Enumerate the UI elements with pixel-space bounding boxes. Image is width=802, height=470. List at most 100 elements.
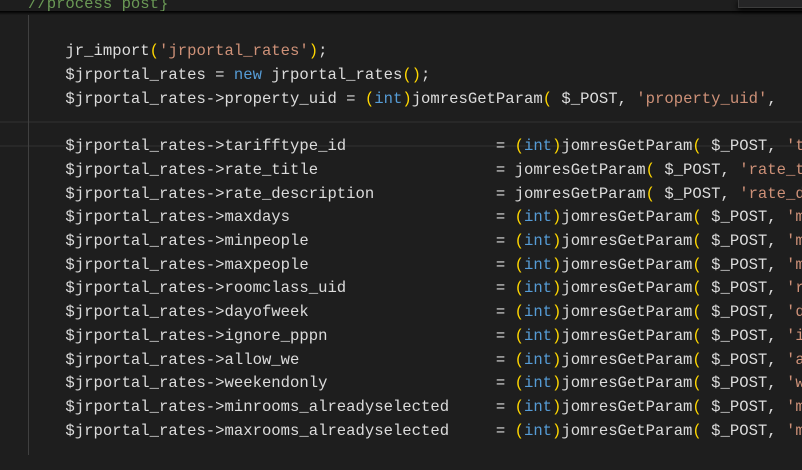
code-token-br: () — [402, 66, 422, 85]
code-token-str: 'd — [786, 303, 802, 322]
code-token-str: 'm — [786, 421, 802, 440]
code-token-br: ( — [692, 397, 702, 416]
code-line[interactable]: jr_import('jrportal_rates'); — [28, 39, 327, 63]
code-token-txt: $jrportal_rates->minrooms_alreadyselecte… — [28, 397, 515, 416]
code-token-str: 'rate_d — [739, 184, 802, 203]
code-token-txt: $jrportal_rates->dayofweek = — [28, 303, 515, 322]
code-line[interactable]: $jrportal_rates->ignore_pppn = (int)jomr… — [28, 324, 802, 348]
code-token-kw: int — [523, 421, 553, 440]
code-line[interactable]: $jrportal_rates = new jrportal_rates(); — [28, 63, 430, 87]
code-line[interactable]: $jrportal_rates->property_uid = (int)jom… — [28, 87, 786, 111]
code-token-txt: $jrportal_rates->tarifftype_id = — [28, 137, 515, 156]
code-token-br: ( — [514, 397, 524, 416]
code-token-br: ( — [692, 350, 702, 369]
code-token-br: ( — [514, 374, 524, 393]
code-token-str: 'a — [786, 350, 802, 369]
code-token-txt: $jrportal_rates->maxpeople = — [28, 255, 515, 274]
find-widget[interactable] — [738, 0, 802, 8]
code-token-br: ) — [552, 208, 562, 227]
code-token-txt: $jrportal_rates->rate_title = jomresGetP… — [28, 160, 646, 179]
code-token-txt: jomresGetParam — [561, 350, 693, 369]
code-token-br: ( — [692, 303, 702, 322]
code-token-str: 'r — [786, 279, 802, 298]
code-line[interactable]: $jrportal_rates->minpeople = (int)jomres… — [28, 229, 802, 253]
code-line[interactable]: $jrportal_rates->roomclass_uid = (int)jo… — [28, 276, 802, 300]
code-token-br: ( — [692, 326, 702, 345]
code-line[interactable]: $jrportal_rates->maxpeople = (int)jomres… — [28, 253, 802, 277]
code-token-str: 'm — [786, 232, 802, 250]
code-token-kw: int — [523, 208, 553, 227]
code-editor[interactable]: //process post} jr_import('jrportal_rate… — [0, 0, 802, 470]
code-token-br: ( — [692, 137, 702, 156]
code-token-br: ( — [514, 255, 524, 274]
code-token-kw: int — [523, 137, 553, 156]
code-token-txt: ; — [318, 42, 328, 61]
code-token-br: ( — [692, 374, 702, 393]
code-token-br: ) — [552, 421, 562, 440]
code-token-br: ( — [514, 326, 524, 345]
code-token-br: ( — [149, 42, 160, 61]
code-token-txt: $jrportal_rates->weekendonly = — [28, 374, 515, 393]
code-token-br: ( — [692, 208, 702, 227]
code-token-kw: int — [374, 89, 403, 108]
code-token-txt: $jrportal_rates->minpeople = — [28, 232, 515, 250]
code-token-txt: $_POST, — [701, 374, 787, 393]
code-line[interactable]: $jrportal_rates->tarifftype_id = (int)jo… — [28, 134, 802, 158]
code-line[interactable]: $jrportal_rates->minrooms_alreadyselecte… — [28, 395, 802, 419]
code-token-txt: jomresGetParam — [561, 374, 693, 393]
code-token-txt: $_POST, — [654, 160, 740, 179]
code-token-txt: jomresGetParam — [561, 421, 693, 440]
code-token-str: 'rate_t — [739, 160, 802, 179]
code-token-txt: $_POST, — [552, 89, 637, 108]
code-token-br: ( — [542, 89, 553, 108]
code-token-kw: int — [523, 279, 553, 298]
code-token-br: ( — [514, 303, 524, 322]
code-token-txt: $jrportal_rates->maxdays = — [28, 208, 515, 227]
code-token-txt: jomresGetParam — [411, 89, 543, 108]
code-line[interactable]: $jrportal_rates->weekendonly = (int)jomr… — [28, 371, 802, 395]
code-line[interactable]: $jrportal_rates->maxdays = (int)jomresGe… — [28, 205, 802, 229]
code-line[interactable]: $jrportal_rates->dayofweek = (int)jomres… — [28, 300, 802, 324]
code-token-txt: jomresGetParam — [561, 279, 693, 298]
code-token-txt: $jrportal_rates->maxrooms_alreadyselecte… — [28, 421, 515, 440]
code-token-txt: $_POST, — [701, 350, 787, 369]
code-token-br: ( — [692, 279, 702, 298]
code-token-txt: $jrportal_rates = — [28, 66, 234, 85]
code-token-txt: $_POST, — [701, 208, 787, 227]
code-line[interactable]: $jrportal_rates->rate_description = jomr… — [28, 182, 802, 206]
code-token-txt: , — [767, 89, 787, 108]
code-token-txt: $_POST, — [701, 137, 787, 156]
code-token-br: ) — [552, 279, 562, 298]
code-token-br: ) — [552, 232, 562, 250]
code-token-txt: $_POST, — [701, 255, 787, 274]
code-token-str: 'i — [786, 326, 802, 345]
code-token-br: ( — [364, 89, 375, 108]
code-token-br: ( — [692, 232, 702, 250]
code-token-str: 'jrportal_rates' — [159, 42, 309, 61]
code-line[interactable]: $jrportal_rates->rate_title = jomresGetP… — [28, 158, 802, 182]
code-line[interactable]: $jrportal_rates->maxrooms_alreadyselecte… — [28, 419, 802, 443]
code-token-kw: int — [523, 397, 553, 416]
code-token-br: ) — [552, 397, 562, 416]
code-token-txt: jomresGetParam — [561, 326, 693, 345]
code-token-str: 'w — [786, 374, 802, 393]
code-token-br: ) — [402, 89, 412, 108]
code-token-br: ) — [552, 374, 562, 393]
code-line[interactable]: $jrportal_rates->allow_we = (int)jomresG… — [28, 348, 802, 372]
code-token-kw: int — [523, 255, 553, 274]
code-token-br: ) — [552, 326, 562, 345]
code-token-txt: ; — [421, 66, 431, 85]
code-token-str: 'property_uid' — [636, 89, 768, 108]
code-line[interactable]: //tariffs and min days, not sanitized ye… — [28, 466, 692, 470]
code-token-br: ( — [692, 421, 702, 440]
code-token-br: ) — [552, 350, 562, 369]
code-token-str: 'm — [786, 397, 802, 416]
code-token-txt: $_POST, — [701, 326, 787, 345]
code-token-br: ( — [514, 279, 524, 298]
code-token-txt: $_POST, — [654, 184, 740, 203]
code-token-kw: int — [523, 374, 553, 393]
code-token-txt: $_POST, — [701, 397, 787, 416]
code-token-txt: $_POST, — [701, 279, 787, 298]
code-token-br: ( — [645, 160, 655, 179]
code-token-txt: jomresGetParam — [561, 255, 693, 274]
